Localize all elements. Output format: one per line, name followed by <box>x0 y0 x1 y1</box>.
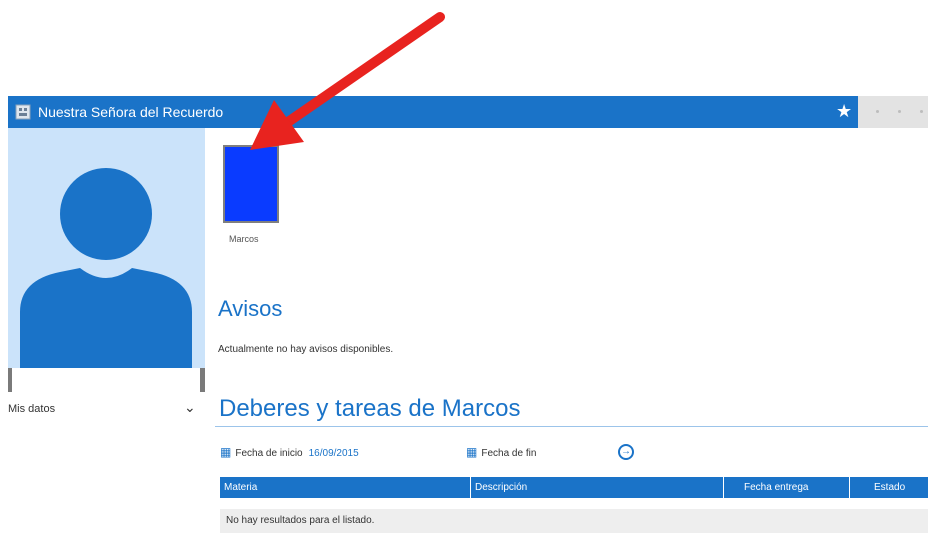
empty-results-row: No hay resultados para el listado. <box>220 509 928 533</box>
column-header-estado[interactable]: Estado <box>850 477 928 498</box>
calendar-icon: ▦ <box>220 445 232 459</box>
deberes-heading: Deberes y tareas de Marcos <box>219 395 521 422</box>
start-date-label: Fecha de inicio <box>235 448 303 459</box>
mis-datos-label: Mis datos <box>8 403 56 415</box>
school-name-title[interactable]: Nuestra Señora del Recuerdo <box>38 104 223 120</box>
menu-dot-icon <box>920 110 923 113</box>
profile-avatar[interactable] <box>8 128 205 368</box>
section-divider <box>215 426 928 427</box>
column-header-materia[interactable]: Materia <box>220 477 471 498</box>
avatar-frame-right <box>200 368 205 392</box>
start-date-filter[interactable]: ▦ Fecha de inicio 16/09/2015 <box>220 445 359 459</box>
star-icon[interactable]: ★ <box>836 101 852 121</box>
end-date-filter[interactable]: ▦ Fecha de fin <box>466 445 536 459</box>
avatar-silhouette-icon <box>20 168 192 368</box>
menu-dot-icon <box>876 110 879 113</box>
avatar-frame-left <box>8 368 12 392</box>
start-date-value[interactable]: 16/09/2015 <box>309 448 359 459</box>
end-date-label: Fecha de fin <box>481 448 537 459</box>
top-navigation-bar: Nuestra Señora del Recuerdo ★ <box>8 96 858 128</box>
column-header-fecha-entrega[interactable]: Fecha entrega <box>724 477 850 498</box>
school-logo-icon <box>15 104 31 120</box>
go-arrow-icon[interactable]: → <box>618 444 634 460</box>
avisos-message: Actualmente no hay avisos disponibles. <box>218 344 394 355</box>
tasks-table-header: Materia Descripción Fecha entrega Estado <box>220 477 928 498</box>
mis-datos-menu[interactable]: Mis datos ⌄ <box>8 395 204 425</box>
column-header-descripcion[interactable]: Descripción <box>471 477 724 498</box>
avisos-heading: Avisos <box>218 296 283 321</box>
chevron-down-icon[interactable]: ⌄ <box>184 399 196 416</box>
student-name-label[interactable]: Marcos <box>229 234 259 244</box>
student-photo-tile[interactable] <box>223 145 279 223</box>
calendar-icon: ▦ <box>466 445 478 459</box>
menu-dot-icon <box>898 110 901 113</box>
user-menu-area[interactable] <box>858 96 928 128</box>
empty-results-message: No hay resultados para el listado. <box>226 515 375 526</box>
